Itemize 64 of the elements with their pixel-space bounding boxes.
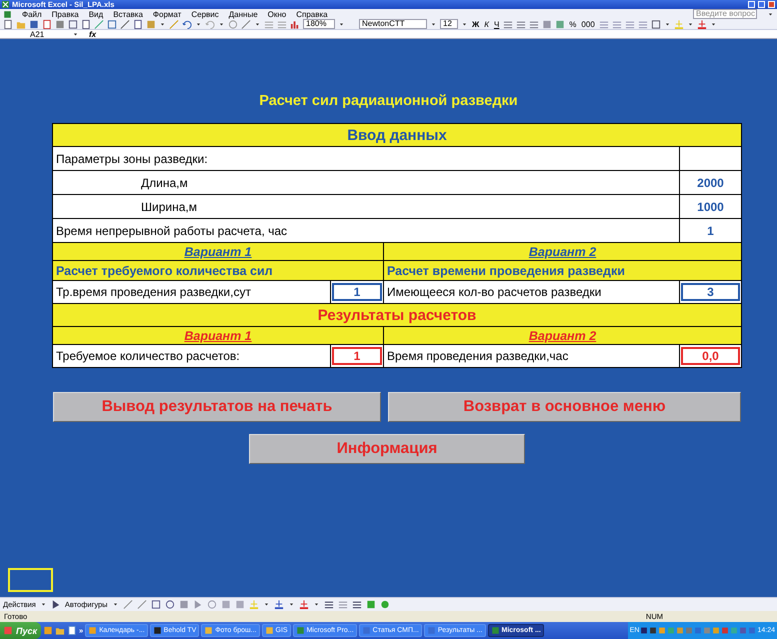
cell-selection	[8, 568, 53, 592]
variant-title: Расчет требуемого количества сил	[52, 260, 384, 280]
folder-icon[interactable]	[55, 625, 66, 636]
value-cell: 1000	[680, 194, 742, 218]
font-size-field[interactable]: 12	[440, 19, 458, 29]
fill-color-icon[interactable]	[674, 18, 684, 30]
function-label[interactable]: fx	[89, 30, 96, 38]
result-field: 0,0	[681, 347, 740, 365]
rectangle-icon[interactable]	[150, 599, 161, 610]
app-icon[interactable]	[264, 625, 274, 636]
excel-logo-icon	[2, 1, 9, 8]
pointer-icon[interactable]	[50, 599, 61, 610]
sheet-title: Расчет сил радиационной разведки	[258, 93, 519, 109]
tray-icon[interactable]	[640, 625, 648, 636]
row-label: Параметры зоны разведки:	[52, 146, 680, 170]
menu-item[interactable]: Правка	[52, 10, 79, 18]
borders-icon[interactable]	[650, 18, 661, 30]
thousands-button[interactable]: 000	[580, 20, 596, 28]
menu-item[interactable]: Файл	[22, 10, 42, 18]
font-color-icon[interactable]	[298, 599, 309, 610]
underline-button[interactable]: Ч	[492, 20, 500, 28]
tray-icon[interactable]	[649, 625, 658, 636]
italic-button[interactable]: К	[483, 20, 490, 28]
close-button[interactable]	[768, 1, 775, 8]
row-label: Время проведения разведки,час	[384, 344, 680, 368]
app-icon[interactable]	[152, 625, 162, 636]
variant-heading: Вариант 2	[384, 326, 742, 344]
new-document-icon[interactable]	[3, 18, 13, 30]
menu-item[interactable]: Данные	[228, 10, 258, 18]
app-icon[interactable]	[490, 625, 500, 636]
font-color-icon[interactable]	[696, 18, 707, 30]
variant-heading: Вариант 2	[384, 242, 742, 260]
font-name-field[interactable]: NewtonCTT	[359, 19, 427, 29]
row-label: Требуемое количество расчетов:	[52, 344, 330, 368]
section-heading: Результаты расчетов	[52, 304, 742, 326]
menu-item[interactable]: Сервис	[191, 10, 219, 18]
start-button[interactable]: Пуск	[0, 622, 42, 639]
input-field[interactable]: 1	[332, 283, 382, 301]
name-box[interactable]: A21	[30, 30, 62, 38]
help-search-field[interactable]: Введите вопрос	[693, 9, 757, 19]
percent-button[interactable]: %	[568, 20, 578, 28]
oval-icon[interactable]	[164, 599, 175, 610]
app-icon[interactable]	[204, 625, 214, 636]
menu-item[interactable]: Формат	[152, 10, 182, 18]
chart-icon[interactable]	[290, 18, 300, 30]
fill-color-icon[interactable]	[248, 599, 259, 610]
undo-icon[interactable]	[182, 18, 192, 30]
row-label: Длина,м	[52, 170, 680, 194]
menu-item[interactable]: Вставка	[113, 10, 143, 18]
result-field: 1	[332, 347, 382, 365]
zoom-field[interactable]: 180%	[303, 19, 335, 29]
menu-item[interactable]: Справка	[296, 10, 328, 18]
input-field[interactable]: 3	[681, 283, 740, 301]
variant-heading: Вариант 1	[52, 242, 384, 260]
value-cell: 2000	[680, 170, 742, 194]
section-heading: Ввод данных	[52, 124, 742, 146]
variant-title: Расчет времени проведения разведки	[384, 260, 742, 280]
bold-button[interactable]: Ж	[471, 20, 480, 28]
line-color-icon[interactable]	[274, 599, 284, 610]
row-label: Ширина,м	[52, 194, 680, 218]
document-icon[interactable]	[67, 625, 78, 636]
menu-item[interactable]: Вид	[88, 10, 104, 18]
variant-heading: Вариант 1	[52, 326, 384, 344]
menu-item[interactable]: Окно	[268, 10, 286, 18]
